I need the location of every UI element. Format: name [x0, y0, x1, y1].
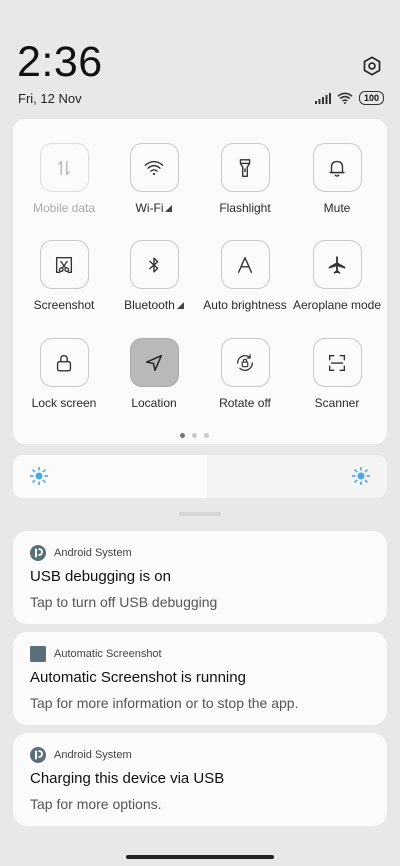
tile-label: Wi-Fi	[135, 201, 164, 215]
android-system-icon	[30, 545, 46, 561]
tile-flashlight-button[interactable]	[220, 143, 270, 192]
tile-auto-brightness-button[interactable]	[220, 240, 270, 289]
tile-screenshot-button[interactable]	[39, 240, 89, 289]
notification-card[interactable]: Automatic Screenshot Automatic Screensho…	[13, 632, 387, 725]
notification-app-row: Android System	[30, 747, 132, 763]
tile-wifi-button[interactable]	[129, 143, 179, 192]
tile-label: Screenshot	[33, 298, 95, 312]
notification-text: Tap to turn off USB debugging	[30, 594, 218, 610]
tile-label: Rotate off	[219, 396, 271, 410]
tile-label: Flashlight	[219, 201, 271, 215]
lock-icon	[56, 354, 72, 371]
mobile-data-icon	[58, 160, 70, 175]
tile-label: Bluetooth	[124, 298, 175, 312]
tile-label: Mute	[323, 201, 351, 215]
wifi-icon	[144, 160, 164, 175]
tile-mute[interactable]: Mute	[291, 143, 383, 215]
date: Fri, 12 Nov	[18, 91, 82, 106]
tile-location-button[interactable]	[129, 338, 179, 387]
notification-title: Automatic Screenshot is running	[30, 669, 246, 686]
tile-bluetooth-button[interactable]	[129, 240, 179, 289]
brightness-slider[interactable]	[13, 455, 387, 498]
wifi-status-icon	[337, 92, 353, 104]
expand-triangle-icon	[165, 205, 173, 212]
tile-mobile-data[interactable]: Mobile data	[18, 143, 110, 215]
notification-title: USB debugging is on	[30, 568, 171, 585]
screenshot-icon	[55, 256, 73, 273]
tile-flashlight[interactable]: Flashlight	[199, 143, 291, 215]
notification-app-name: Android System	[54, 749, 132, 761]
tile-mobile-data-button[interactable]	[39, 143, 89, 192]
flashlight-icon	[239, 158, 251, 177]
tile-label: Location	[131, 396, 177, 410]
notification-text: Tap for more information or to stop the …	[30, 695, 299, 711]
notification-text: Tap for more options.	[30, 796, 162, 812]
tile-label: Auto brightness	[203, 298, 287, 312]
notification-title: Charging this device via USB	[30, 770, 225, 787]
auto-brightness-icon	[237, 256, 253, 273]
tile-lock-screen-button[interactable]	[39, 338, 89, 387]
tile-aeroplane-mode[interactable]: Aeroplane mode	[291, 240, 383, 312]
bell-icon	[329, 160, 345, 177]
tile-scanner-button[interactable]	[312, 338, 362, 387]
tile-bluetooth[interactable]: Bluetooth	[108, 240, 200, 312]
page-dot	[204, 433, 209, 438]
gear-icon	[363, 56, 381, 76]
sun-bright-icon	[351, 466, 371, 486]
tile-label: Scanner	[314, 396, 360, 410]
tile-wifi[interactable]: Wi-Fi	[108, 143, 200, 215]
notification-app-name: Android System	[54, 547, 132, 559]
notification-card[interactable]: Android System USB debugging is on Tap t…	[13, 531, 387, 624]
bluetooth-icon	[149, 256, 159, 273]
page-dot-active	[180, 433, 185, 438]
notification-app-name: Automatic Screenshot	[54, 648, 162, 660]
tile-auto-brightness[interactable]: Auto brightness	[199, 240, 291, 312]
signal-icon	[314, 92, 331, 104]
settings-button[interactable]	[358, 52, 386, 80]
tile-scanner[interactable]: Scanner	[291, 338, 383, 410]
tile-rotate-off-button[interactable]	[220, 338, 270, 387]
quick-settings-panel: Mobile data Wi-Fi Flashlight Mute Screen…	[13, 119, 387, 444]
notification-card[interactable]: Android System Charging this device via …	[13, 733, 387, 826]
notification-app-row: Automatic Screenshot	[30, 646, 162, 662]
home-indicator[interactable]	[126, 855, 274, 859]
rotate-lock-icon	[236, 353, 254, 371]
notification-shade: 2:36 Fri, 12 Nov 100 Mobile data Wi-Fi F…	[0, 0, 400, 866]
tile-label: Mobile data	[32, 201, 96, 215]
tile-label: Aeroplane mode	[292, 298, 382, 312]
status-bar-icons: 100	[314, 91, 384, 105]
battery-indicator: 100	[358, 91, 384, 105]
sun-icon	[29, 466, 49, 486]
drag-handle[interactable]	[179, 512, 221, 516]
tile-aeroplane-mode-button[interactable]	[312, 240, 362, 289]
tile-rotate-off[interactable]: Rotate off	[199, 338, 291, 410]
tile-label: Lock screen	[31, 396, 97, 410]
notification-app-row: Android System	[30, 545, 132, 561]
tile-location[interactable]: Location	[108, 338, 200, 410]
tile-lock-screen[interactable]: Lock screen	[18, 338, 110, 410]
clock: 2:36	[17, 38, 103, 86]
expand-triangle-icon	[176, 302, 184, 309]
airplane-icon	[328, 255, 346, 274]
scanner-icon	[328, 354, 346, 371]
page-dot	[192, 433, 197, 438]
tile-screenshot[interactable]: Screenshot	[18, 240, 110, 312]
page-indicator[interactable]	[180, 433, 209, 438]
tile-mute-button[interactable]	[312, 143, 362, 192]
android-system-icon	[30, 747, 46, 763]
location-icon	[145, 354, 163, 371]
automatic-screenshot-icon	[30, 646, 46, 662]
